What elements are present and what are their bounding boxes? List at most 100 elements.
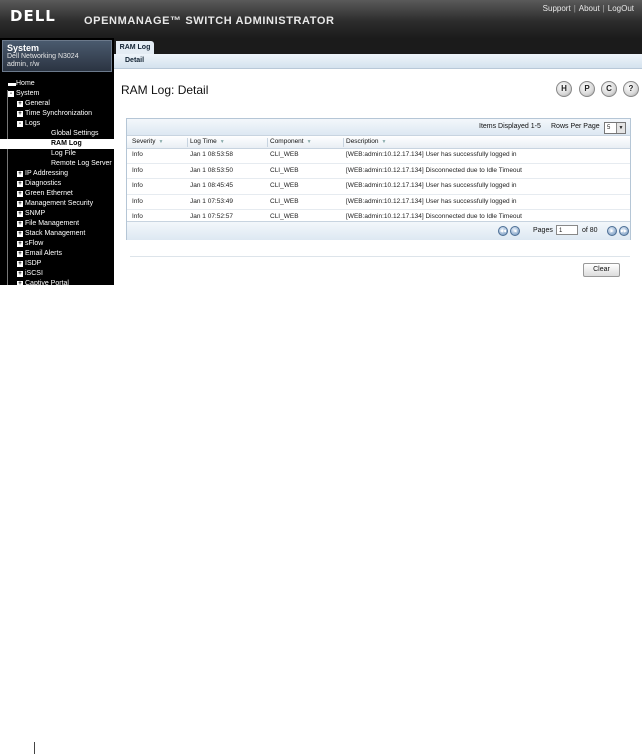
table-row[interactable]: Info Jan 1 07:53:49 CLI_WEB [WEB:admin:10.1… [127, 195, 630, 210]
nav-item-sflow[interactable]: + sFlow [0, 239, 114, 249]
nav-item-stack-management[interactable]: + Stack Management [0, 229, 114, 239]
page-margin-mark [34, 742, 35, 754]
table-cell: CLI_WEB [270, 166, 299, 174]
nav-item-label: File Management [25, 220, 80, 227]
expand-icon[interactable]: + [17, 251, 23, 257]
table-cell: Info [132, 197, 143, 205]
table-row[interactable]: Info Jan 1 08:53:58 CLI_WEB [WEB:admin:10.1… [127, 148, 630, 164]
expand-icon[interactable]: + [17, 171, 23, 177]
expand-icon[interactable]: + [17, 201, 23, 207]
about-link[interactable]: About [579, 4, 600, 13]
refresh-icon[interactable]: C [601, 81, 617, 97]
column-header-severity[interactable]: Severity ▼ [132, 138, 163, 145]
last-page-icon[interactable]: ▶▶ [619, 226, 629, 236]
nav-item-label: Global Settings [51, 130, 99, 137]
rows-per-page-select[interactable]: 5 ▼ [604, 122, 626, 134]
table-cell: Info [132, 166, 143, 174]
table-cell: [WEB:admin:10.12.17.134] Disconnected du… [346, 166, 522, 174]
nav-item-label: sFlow [25, 240, 44, 247]
nav-item-ip-addressing[interactable]: + IP Addressing [0, 169, 114, 179]
page-number-input[interactable]: 1 [556, 225, 578, 235]
expand-icon[interactable]: + [17, 271, 23, 277]
nav-item-label: Management Security [25, 200, 94, 207]
help-icon[interactable]: ? [623, 81, 639, 97]
nav-item-email-alerts[interactable]: + Email Alerts [0, 249, 114, 259]
expand-icon[interactable]: + [17, 221, 23, 227]
nav-item-label: Remote Log Server [51, 160, 112, 167]
nav-item-captive-portal[interactable]: + Captive Portal [0, 279, 114, 285]
nav-item-iscsi[interactable]: + iSCSI [0, 269, 114, 279]
nav-item-global-settings[interactable]: Global Settings [0, 129, 114, 139]
nav-item-label: ISDP [25, 260, 42, 267]
expand-icon[interactable]: + [17, 181, 23, 187]
table-row[interactable]: Info Jan 1 08:53:50 CLI_WEB [WEB:admin:10.1… [127, 164, 630, 179]
expand-icon[interactable]: + [17, 211, 23, 217]
expand-icon[interactable]: + [17, 281, 23, 285]
prev-page-icon[interactable]: ◀ [510, 226, 520, 236]
nav-item-remote-log-server[interactable]: Remote Log Server [0, 159, 114, 169]
table-row[interactable]: Info Jan 1 08:45:45 CLI_WEB [WEB:admin:10.1… [127, 179, 630, 195]
nav-item-label: RAM Log [51, 140, 82, 147]
logout-link[interactable]: LogOut [608, 4, 634, 13]
nav-item-log-file[interactable]: Log File [0, 149, 114, 159]
collapse-icon[interactable]: - [8, 91, 14, 97]
expand-icon[interactable]: + [17, 241, 23, 247]
nav-item-snmp[interactable]: + SNMP [0, 209, 114, 219]
nav-item-label: Email Alerts [25, 250, 62, 257]
clear-button[interactable]: Clear [583, 263, 620, 277]
nav-item-management-security[interactable]: + Management Security [0, 199, 114, 209]
pagination-bar: ◀◀ ◀ Pages 1 of 80 ▶ ▶▶ [127, 221, 630, 240]
nav-item-label: Log File [51, 150, 76, 157]
nav-item-isdp[interactable]: + ISDP [0, 259, 114, 269]
rows-per-page-label: Rows Per Page [551, 123, 600, 130]
sidebar: System Dell Networking N3024 admin, r/w … [0, 38, 114, 285]
nav-item-general[interactable]: + General [0, 99, 114, 109]
collapse-icon[interactable]: - [17, 121, 23, 127]
nav-item-label: IP Addressing [25, 170, 69, 177]
nav-item-home[interactable]: Home [0, 79, 114, 89]
expand-icon[interactable]: + [17, 101, 23, 107]
column-header-component[interactable]: Component ▼ [270, 138, 312, 145]
nav-item-diagnostics[interactable]: + Diagnostics [0, 179, 114, 189]
divider [130, 256, 630, 257]
rows-per-page-value: 5 [607, 125, 611, 131]
nav-item-label: Captive Portal [25, 280, 69, 285]
nav-item-label: Stack Management [25, 230, 86, 237]
nav-item-ram-log[interactable]: RAM Log [0, 139, 114, 149]
support-link[interactable]: Support [543, 4, 571, 13]
expand-icon[interactable]: + [17, 191, 23, 197]
expand-icon[interactable]: + [17, 231, 23, 237]
main-content: RAM Log Detail RAM Log: Detail H P C ? I… [114, 38, 642, 285]
nav-item-system[interactable]: - System [0, 89, 114, 99]
page-count: of 80 [582, 227, 598, 234]
nav-item-label: SNMP [25, 210, 46, 217]
expand-icon[interactable]: + [17, 261, 23, 267]
nav-item-label: Diagnostics [25, 180, 62, 187]
nav-item-label: Logs [25, 120, 41, 127]
link-separator: | [602, 4, 605, 13]
subtab-detail[interactable]: Detail [125, 57, 144, 64]
column-header-log-time[interactable]: Log Time ▼ [190, 138, 225, 145]
pages-label: Pages [533, 227, 553, 234]
print-icon[interactable]: P [579, 81, 595, 97]
help-file-icon[interactable]: H [556, 81, 572, 97]
system-info-box[interactable]: System Dell Networking N3024 admin, r/w [2, 40, 112, 72]
nav-item-file-management[interactable]: + File Management [0, 219, 114, 229]
table-cell: CLI_WEB [270, 182, 299, 189]
app-window: DELL OPENMANAGE™ SWITCH ADMINISTRATOR Su… [0, 0, 642, 285]
tab-ram-log[interactable]: RAM Log [116, 41, 154, 54]
tab-strip: RAM Log [114, 38, 642, 54]
sort-icon: ▼ [158, 139, 164, 145]
subtab-bar: Detail [114, 54, 642, 69]
app-header: DELL OPENMANAGE™ SWITCH ADMINISTRATOR Su… [0, 0, 642, 38]
expand-icon[interactable]: + [17, 111, 23, 117]
nav-item-logs[interactable]: - Logs [0, 119, 114, 129]
nav-item-time-synchronization[interactable]: + Time Synchronization [0, 109, 114, 119]
nav-item-green-ethernet[interactable]: + Green Ethernet [0, 189, 114, 199]
log-table: Items Displayed 1-5 Rows Per Page 5 ▼ Se… [126, 118, 631, 240]
first-page-icon[interactable]: ◀◀ [498, 226, 508, 236]
app-title: OPENMANAGE™ SWITCH ADMINISTRATOR [84, 15, 335, 27]
next-page-icon[interactable]: ▶ [607, 226, 617, 236]
dell-logo: DELL [10, 7, 56, 25]
column-header-description[interactable]: Description ▼ [346, 138, 386, 145]
